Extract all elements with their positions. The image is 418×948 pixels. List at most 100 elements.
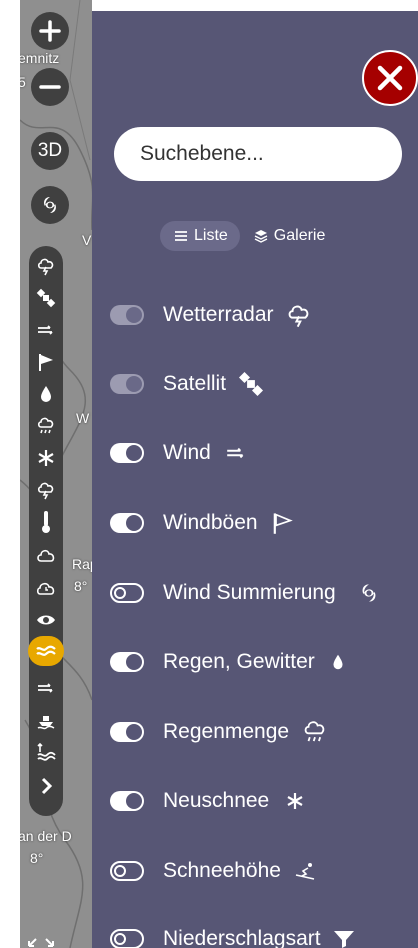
ski-icon — [293, 861, 319, 881]
toolbar-rain-button[interactable] — [29, 382, 63, 406]
toolbar-satellite-button[interactable] — [29, 286, 63, 310]
thunder-cloud-icon — [37, 258, 54, 276]
satellite-icon — [238, 371, 264, 397]
drop-icon — [329, 651, 347, 673]
close-button[interactable] — [362, 50, 418, 106]
layer-row-wind[interactable]: Wind — [110, 435, 249, 471]
toolbar-swell-button[interactable] — [29, 676, 63, 700]
snowflake-icon — [285, 791, 305, 811]
hurricane-button[interactable] — [31, 186, 69, 224]
view-gallery-option[interactable]: Galerie — [240, 221, 338, 251]
satellite-icon — [36, 288, 56, 308]
layer-toggle[interactable] — [110, 374, 144, 394]
wind-icon — [223, 442, 249, 464]
map-label: V — [82, 232, 92, 248]
map-label: W — [76, 410, 90, 426]
layer-row-niederschlagsart[interactable]: Niederschlagsart — [110, 921, 355, 948]
search-box — [114, 127, 402, 181]
layer-row-satellit[interactable]: Satellit — [110, 366, 264, 402]
map-label: 8° — [74, 578, 88, 594]
layer-toolbar — [28, 246, 64, 816]
snowflake-icon — [38, 450, 54, 466]
map-label: emnitz — [20, 50, 60, 66]
toolbar-clouds-button[interactable] — [29, 544, 63, 568]
flag-icon — [270, 511, 294, 535]
layer-toggle[interactable] — [110, 443, 144, 463]
toolbar-gusts-button[interactable] — [29, 350, 63, 374]
rain-cloud-icon — [37, 417, 54, 434]
map-label: Rap — [72, 556, 92, 572]
layer-toggle[interactable] — [110, 791, 144, 811]
search-input[interactable] — [140, 127, 390, 181]
view-list-option[interactable]: Liste — [160, 221, 240, 251]
layer-label: Neuschnee — [163, 789, 270, 812]
layer-label: Schneehöhe — [163, 859, 281, 882]
layer-toggle[interactable] — [110, 305, 144, 325]
cloud-clock-icon — [36, 582, 55, 595]
eye-icon — [37, 615, 55, 625]
view-toggle: Liste Galerie — [160, 221, 337, 251]
layer-row-wetterradar[interactable]: Wetterradar — [110, 297, 312, 333]
layer-row-regen-gewitter[interactable]: Regen, Gewitter — [110, 644, 347, 680]
map-label: 5 — [20, 74, 26, 90]
layer-toggle[interactable] — [110, 583, 144, 603]
layer-row-regenmenge[interactable]: Regenmenge — [110, 714, 329, 750]
toolbar-more-button[interactable] — [29, 774, 63, 798]
map-label: an der D — [20, 828, 72, 844]
zoom-out-button[interactable] — [31, 68, 69, 106]
hurricane-icon — [44, 197, 56, 213]
thunder-cloud-icon — [37, 482, 54, 500]
toolbar-cloud-base-button[interactable] — [29, 576, 63, 600]
toolbar-rain-amount-button[interactable] — [29, 414, 63, 438]
layers-icon — [254, 230, 268, 243]
layer-label: Satellit — [163, 372, 227, 395]
layer-toggle[interactable] — [110, 722, 144, 742]
layer-toggle[interactable] — [110, 929, 144, 948]
layer-row-wind-summierung[interactable]: Wind Summierung — [110, 575, 382, 611]
layer-toggle[interactable] — [110, 861, 144, 881]
drop-icon — [41, 386, 51, 402]
layer-label: Regenmenge — [163, 720, 290, 743]
layer-label: Wetterradar — [163, 303, 274, 326]
layer-toggle[interactable] — [110, 513, 144, 533]
toolbar-ship-button[interactable] — [29, 708, 63, 732]
layer-label: Wind Summierung — [163, 581, 336, 604]
rain-cloud-icon — [301, 719, 329, 745]
layer-label: Niederschlagsart — [163, 927, 321, 948]
3d-button[interactable]: 3D — [31, 132, 69, 170]
minus-icon — [39, 85, 61, 89]
toolbar-temperature-button[interactable] — [29, 510, 63, 534]
ship-icon — [37, 716, 55, 730]
waves-icon — [36, 645, 56, 656]
layer-label: Regen, Gewitter — [163, 650, 315, 673]
thunder-cloud-icon — [286, 302, 312, 328]
chevron-right-icon — [41, 777, 53, 795]
flag-icon — [39, 354, 53, 371]
layer-row-neuschnee[interactable]: Neuschnee — [110, 783, 305, 819]
view-list-label: Liste — [194, 227, 228, 244]
fullscreen-icon[interactable] — [26, 932, 56, 948]
layer-panel: Liste Galerie Wetterradar Satellit Wind … — [92, 11, 418, 948]
toolbar-tide-button[interactable] — [29, 740, 63, 764]
toolbar-waves-button[interactable] — [28, 636, 64, 666]
layer-row-schneehoehe[interactable]: Schneehöhe — [110, 853, 319, 889]
thermometer-icon — [42, 511, 50, 533]
wind-icon — [38, 683, 53, 693]
toolbar-thunder-button[interactable] — [29, 478, 63, 502]
tide-icon — [37, 742, 56, 761]
view-gallery-label: Galerie — [273, 227, 326, 244]
plus-icon — [39, 20, 61, 42]
toolbar-visibility-button[interactable] — [29, 608, 63, 632]
toolbar-radar-button[interactable] — [29, 254, 63, 278]
map-label: 8° — [30, 850, 44, 866]
toolbar-snow-button[interactable] — [29, 446, 63, 470]
close-icon — [377, 65, 403, 91]
page-edge — [0, 0, 20, 948]
wind-icon — [38, 325, 53, 335]
layer-row-windboeen[interactable]: Windböen — [110, 505, 294, 541]
layer-toggle[interactable] — [110, 652, 144, 672]
funnel-icon — [333, 929, 355, 948]
toolbar-wind-button[interactable] — [29, 318, 63, 342]
zoom-in-button[interactable] — [31, 12, 69, 50]
hurricane-icon — [356, 580, 382, 606]
